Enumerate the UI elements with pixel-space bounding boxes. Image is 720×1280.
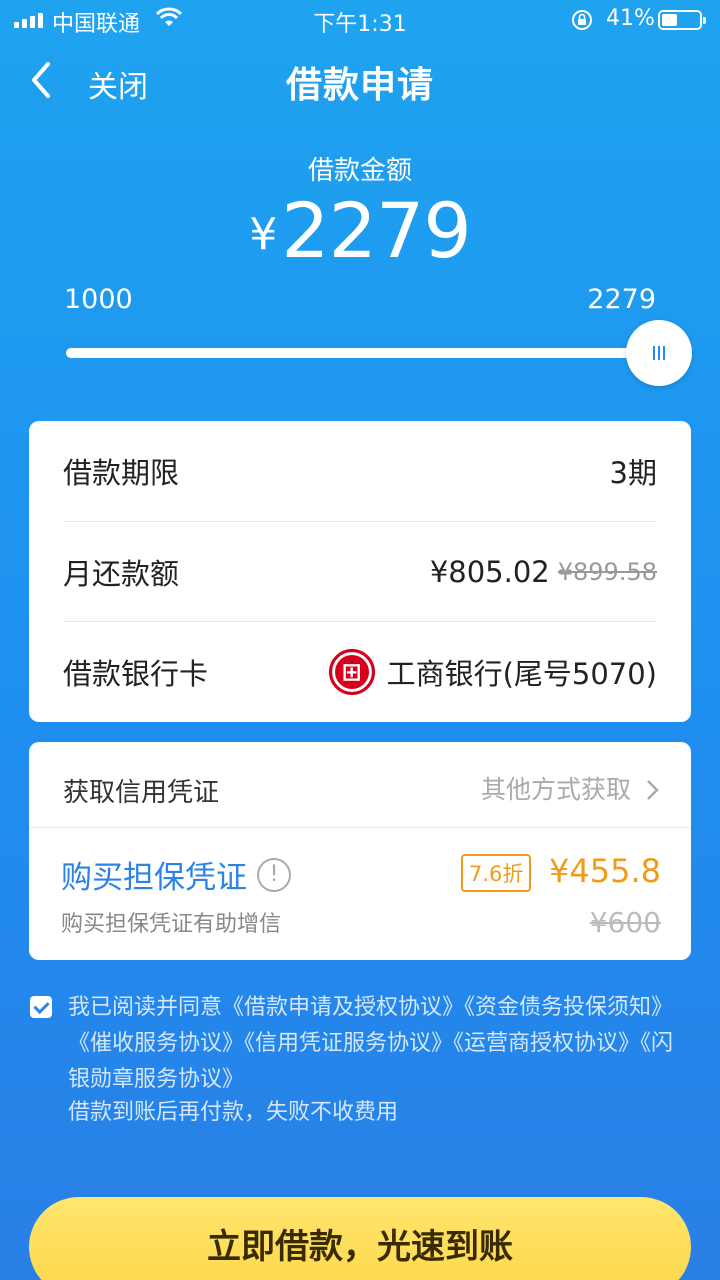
page-title: 借款申请 bbox=[285, 65, 434, 106]
monthly-value: ¥805.02 bbox=[429, 554, 550, 589]
other-methods-link[interactable]: 其他方式获取 bbox=[481, 770, 661, 806]
discount-badge: 7.6折 bbox=[461, 854, 532, 892]
currency-symbol: ¥ bbox=[249, 209, 278, 260]
icbc-logo-icon: ⊞ bbox=[328, 648, 375, 695]
rotation-lock-icon bbox=[572, 10, 592, 30]
monthly-payment-row: 月还款额 ¥805.02 ¥899.58 bbox=[63, 521, 657, 621]
loan-amount: ¥2279 bbox=[0, 186, 720, 275]
other-methods-label: 其他方式获取 bbox=[481, 775, 632, 804]
buy-guarantee-desc: 购买担保凭证有助增信 bbox=[61, 912, 282, 937]
agreement-text[interactable]: 我已阅读并同意《借款申请及授权协议》《资金债务投保须知》《催收服务协议》《信用凭… bbox=[68, 990, 694, 1098]
monthly-original: ¥899.58 bbox=[557, 557, 657, 586]
chevron-right-icon bbox=[647, 780, 659, 800]
slider-min-label: 1000 bbox=[64, 284, 133, 315]
payment-note: 借款到账后再付款，失败不收费用 bbox=[68, 1100, 399, 1125]
bank-label: 借款银行卡 bbox=[63, 656, 209, 691]
amount-label: 借款金额 bbox=[307, 156, 412, 186]
battery-percent: 41% bbox=[606, 6, 655, 31]
amount-slider-track[interactable] bbox=[66, 348, 658, 358]
buy-guarantee-option[interactable]: 购买担保凭证 ! bbox=[61, 852, 291, 897]
buy-guarantee-label: 购买担保凭证 bbox=[61, 860, 247, 896]
info-icon[interactable]: ! bbox=[257, 857, 291, 892]
credential-card: 获取信用凭证 其他方式获取 购买担保凭证 ! 购买担保凭证有助增信 7.6折 ¥… bbox=[29, 742, 691, 960]
agreement-checkbox[interactable] bbox=[30, 996, 52, 1018]
slider-fill bbox=[66, 348, 658, 358]
guarantee-original-price: ¥600 bbox=[589, 906, 661, 939]
status-bar: 中国联通 下午1:31 41% bbox=[0, 0, 720, 40]
guarantee-price: ¥455.8 bbox=[549, 852, 661, 890]
amount-slider-handle[interactable] bbox=[626, 320, 692, 386]
term-value: 3期 bbox=[609, 456, 657, 490]
term-row[interactable]: 借款期限 3期 bbox=[63, 421, 657, 521]
credential-header: 获取信用凭证 其他方式获取 bbox=[29, 742, 691, 828]
loan-details-card: 借款期限 3期 月还款额 ¥805.02 ¥899.58 借款银行卡 ⊞ 工商银… bbox=[29, 421, 691, 722]
nav-bar: 关闭 借款申请 bbox=[0, 48, 720, 112]
bank-value: 工商银行(尾号5070) bbox=[386, 656, 657, 691]
amount-value: 2279 bbox=[281, 186, 471, 275]
battery-icon bbox=[658, 10, 706, 30]
slider-max-label: 2279 bbox=[587, 284, 656, 315]
bank-card-row[interactable]: 借款银行卡 ⊞ 工商银行(尾号5070) bbox=[63, 621, 657, 721]
credential-title: 获取信用凭证 bbox=[63, 778, 220, 808]
submit-loan-button[interactable]: 立即借款，光速到账 bbox=[29, 1197, 691, 1280]
term-label: 借款期限 bbox=[63, 456, 180, 490]
monthly-label: 月还款额 bbox=[63, 556, 180, 591]
